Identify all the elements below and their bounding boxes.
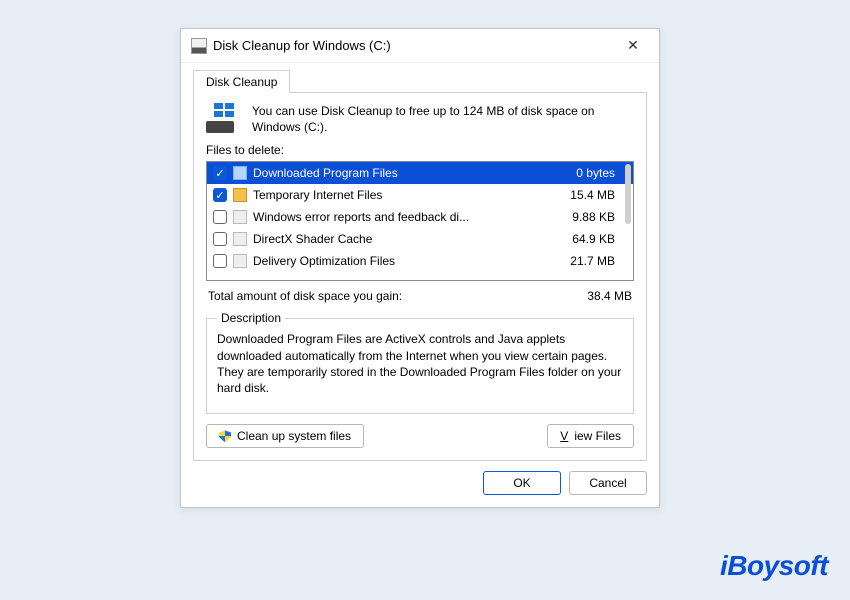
tab-disk-cleanup[interactable]: Disk Cleanup bbox=[193, 70, 290, 93]
file-name: Windows error reports and feedback di... bbox=[253, 210, 539, 224]
description-text: Downloaded Program Files are ActiveX con… bbox=[217, 331, 623, 403]
ok-button[interactable]: OK bbox=[483, 471, 561, 495]
clean-system-files-label: Clean up system files bbox=[237, 429, 351, 443]
file-icon bbox=[233, 210, 247, 224]
cleanup-icon bbox=[206, 103, 242, 133]
total-row: Total amount of disk space you gain: 38.… bbox=[206, 281, 634, 311]
watermark-logo: iBoysoft bbox=[720, 550, 828, 582]
tabstrip: Disk Cleanup bbox=[181, 63, 659, 92]
file-size: 64.9 KB bbox=[545, 232, 615, 246]
view-files-button[interactable]: View Files bbox=[547, 424, 634, 448]
total-value: 38.4 MB bbox=[587, 289, 632, 303]
file-size: 0 bytes bbox=[545, 166, 615, 180]
action-row: Clean up system files View Files bbox=[206, 424, 634, 448]
close-button[interactable]: ✕ bbox=[613, 32, 653, 60]
shield-icon bbox=[219, 430, 231, 442]
file-checkbox[interactable]: ✓ bbox=[213, 188, 227, 202]
cancel-button[interactable]: Cancel bbox=[569, 471, 647, 495]
drive-icon bbox=[191, 38, 207, 54]
view-files-label: iew Files bbox=[574, 429, 621, 443]
window-title: Disk Cleanup for Windows (C:) bbox=[213, 38, 613, 53]
file-name: Downloaded Program Files bbox=[253, 166, 539, 180]
titlebar: Disk Cleanup for Windows (C:) ✕ bbox=[181, 29, 659, 63]
file-size: 15.4 MB bbox=[545, 188, 615, 202]
file-row[interactable]: ✓ Temporary Internet Files 15.4 MB bbox=[207, 184, 633, 206]
folder-icon bbox=[233, 166, 247, 180]
file-name: DirectX Shader Cache bbox=[253, 232, 539, 246]
file-name: Temporary Internet Files bbox=[253, 188, 539, 202]
file-checkbox[interactable] bbox=[213, 210, 227, 224]
file-row[interactable]: ✓ Downloaded Program Files 0 bytes bbox=[207, 162, 633, 184]
intro-message: You can use Disk Cleanup to free up to 1… bbox=[252, 103, 634, 135]
file-name: Delivery Optimization Files bbox=[253, 254, 539, 268]
scrollbar[interactable] bbox=[625, 164, 631, 224]
close-icon: ✕ bbox=[627, 37, 639, 54]
intro-section: You can use Disk Cleanup to free up to 1… bbox=[206, 103, 634, 135]
description-legend: Description bbox=[217, 311, 285, 325]
dialog-footer: OK Cancel bbox=[181, 471, 659, 507]
files-list[interactable]: ✓ Downloaded Program Files 0 bytes ✓ Tempora… bbox=[206, 161, 634, 281]
file-icon bbox=[233, 254, 247, 268]
description-group: Description Downloaded Program Files are… bbox=[206, 311, 634, 414]
clean-system-files-button[interactable]: Clean up system files bbox=[206, 424, 364, 448]
tab-content: You can use Disk Cleanup to free up to 1… bbox=[193, 92, 647, 461]
total-label: Total amount of disk space you gain: bbox=[208, 289, 402, 303]
view-files-underline: V bbox=[560, 429, 568, 443]
file-icon bbox=[233, 232, 247, 246]
file-size: 9.88 KB bbox=[545, 210, 615, 224]
file-row[interactable]: Delivery Optimization Files 21.7 MB bbox=[207, 250, 633, 272]
disk-cleanup-dialog: Disk Cleanup for Windows (C:) ✕ Disk Cle… bbox=[180, 28, 660, 508]
file-size: 21.7 MB bbox=[545, 254, 615, 268]
file-checkbox[interactable]: ✓ bbox=[213, 166, 227, 180]
file-row[interactable]: Windows error reports and feedback di...… bbox=[207, 206, 633, 228]
files-to-delete-label: Files to delete: bbox=[206, 143, 634, 157]
file-row[interactable]: DirectX Shader Cache 64.9 KB bbox=[207, 228, 633, 250]
file-checkbox[interactable] bbox=[213, 232, 227, 246]
lock-icon bbox=[233, 188, 247, 202]
file-checkbox[interactable] bbox=[213, 254, 227, 268]
